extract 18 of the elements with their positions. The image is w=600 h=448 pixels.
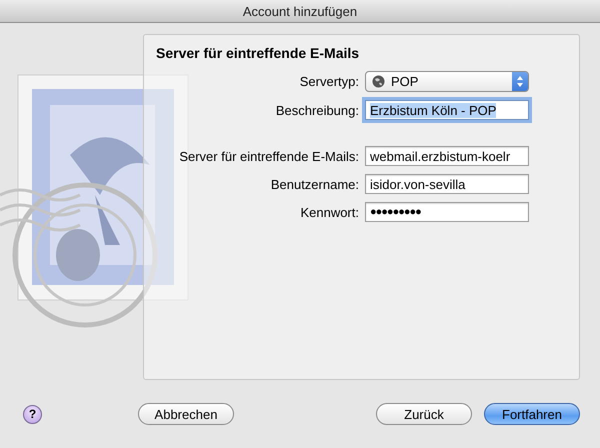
field-label: Server für eintreffende E-Mails: — [179, 148, 359, 164]
help-button[interactable]: ? — [23, 404, 42, 424]
field-label: Kennwort: — [300, 204, 359, 220]
dialog-button[interactable]: Abbrechen — [138, 403, 234, 425]
text-field[interactable]: Erzbistum Köln - POP — [365, 100, 529, 120]
field-label: Beschreibung: — [276, 102, 359, 118]
dialog-button[interactable]: Zurück — [376, 403, 472, 425]
section-title: Server für eintreffende E-Mails — [156, 45, 360, 61]
password-field[interactable]: ●●●●●●●●● — [365, 202, 529, 222]
stepper-arrows-icon — [516, 75, 524, 88]
field-label: Servertyp: — [300, 74, 359, 89]
server-type-popup[interactable]: POP — [365, 71, 529, 92]
continue-button[interactable]: Fortfahren — [484, 403, 580, 425]
text-field[interactable]: webmail.erzbistum-koelr — [365, 146, 529, 166]
text-field[interactable]: isidor.von-sevilla — [365, 174, 529, 194]
globe-icon — [372, 75, 385, 88]
window-title: Account hinzufügen — [242, 4, 358, 18]
field-label: Benutzername: — [270, 176, 359, 192]
